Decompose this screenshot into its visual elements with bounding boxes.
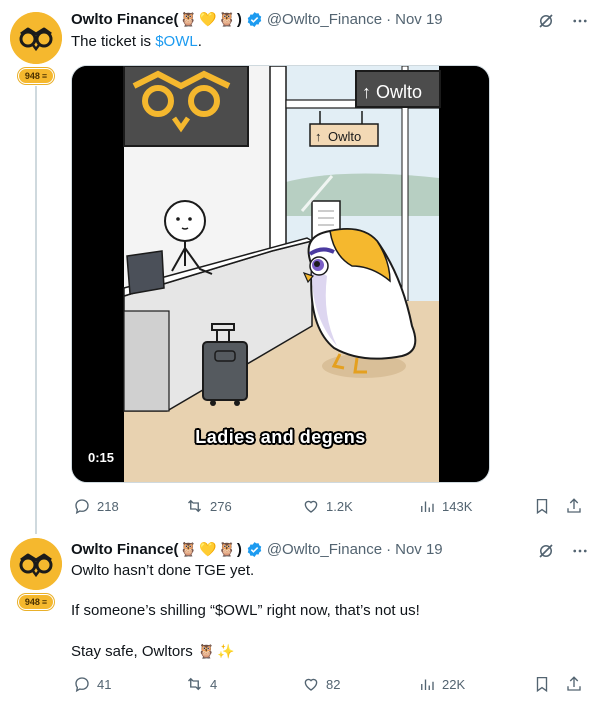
tweet-actions: 41 4 82 22K — [71, 674, 591, 694]
owl-emoji: 🦉 — [197, 643, 216, 659]
owl-emoji: 🦉 — [179, 540, 197, 557]
heart-icon — [304, 500, 318, 513]
tweet-paragraph-text: Stay safe, Owltors — [71, 643, 193, 660]
gate-sign-text: ↑ — [362, 82, 371, 102]
tweet-paragraph: Owlto hasn’t done TGE yet. — [71, 562, 255, 579]
reply-button[interactable]: 41 — [73, 675, 111, 693]
tweet-header: Owlto Finance( 🦉 💛 🦉 ) @Owlto_Finance · … — [71, 8, 591, 30]
like-count: 1.2K — [326, 498, 353, 514]
owlto-logo-icon — [10, 538, 62, 590]
view-count: 143K — [442, 498, 473, 514]
author-name[interactable]: Owlto Finance( — [71, 541, 179, 558]
views-button[interactable]: 143K — [418, 497, 472, 515]
share-button[interactable] — [565, 497, 583, 515]
repost-icon — [188, 677, 201, 691]
reply-button[interactable]: 218 — [73, 497, 119, 515]
reply-icon — [75, 677, 89, 693]
tweet-paragraph-last: Stay safe, Owltors 🦉 ✨ — [71, 641, 591, 662]
avatar[interactable] — [10, 538, 62, 590]
badge-count: 948 — [24, 71, 40, 81]
like-button[interactable]: 82 — [302, 675, 340, 693]
badge-layers-icon: ≡ — [41, 71, 48, 81]
follower-badge: 948 ≡ — [18, 594, 54, 610]
author-name-close: ) — [236, 10, 242, 28]
author-name-close: ) — [236, 540, 242, 558]
svg-text:↑: ↑ — [315, 129, 322, 144]
like-count: 82 — [326, 676, 341, 692]
verified-badge-icon — [246, 541, 263, 558]
separator-dot: · — [386, 10, 392, 28]
bookmark-button[interactable] — [533, 675, 551, 693]
views-chart-icon — [421, 501, 434, 512]
author-handle[interactable]: @Owlto_Finance — [267, 541, 382, 558]
small-sign-label: Owlto — [328, 129, 361, 144]
badge-layers-icon: ≡ — [41, 597, 48, 607]
video-frame-illustration: ↑ Owlto ↑ Owlto — [72, 66, 489, 482]
author-name[interactable]: Owlto Finance( — [71, 11, 179, 28]
follower-badge: 948 ≡ — [18, 68, 54, 84]
reply-count: 41 — [97, 676, 112, 692]
tweet-date[interactable]: Nov 19 — [395, 11, 443, 28]
grok-icon[interactable] — [535, 540, 557, 562]
owl-emoji: 🦉 — [218, 10, 236, 27]
tweet-date[interactable]: Nov 19 — [395, 541, 443, 558]
owlto-logo-icon — [10, 12, 62, 64]
thread-line — [35, 86, 37, 534]
like-button[interactable]: 1.2K — [302, 497, 353, 515]
reply-count: 218 — [97, 498, 119, 514]
repost-button[interactable]: 4 — [185, 675, 217, 693]
heart-icon — [304, 678, 318, 691]
view-count: 22K — [442, 676, 466, 692]
owl-emoji: 🦉 — [218, 540, 236, 557]
bookmark-icon — [536, 498, 548, 515]
views-chart-icon — [421, 679, 434, 690]
video-caption: Ladies and degens — [195, 427, 366, 447]
verified-badge-icon — [246, 11, 263, 28]
sparkles-emoji: ✨ — [217, 643, 235, 659]
share-icon — [567, 676, 581, 691]
tweet-paragraph: If someone’s shilling “$OWL” right now, … — [71, 602, 420, 619]
tweet[interactable]: 948 ≡ Owlto Finance( 🦉 💛 🦉 ) @Owlto_Fina… — [0, 0, 603, 534]
share-icon — [567, 498, 581, 513]
grok-icon[interactable] — [535, 10, 557, 32]
repost-button[interactable]: 276 — [185, 497, 232, 515]
share-button[interactable] — [565, 675, 583, 693]
owl-emoji: 🦉 — [179, 10, 197, 27]
views-button[interactable]: 22K — [418, 675, 465, 693]
author-handle[interactable]: @Owlto_Finance — [267, 11, 382, 28]
avatar[interactable] — [10, 12, 62, 64]
tweet-text-suffix: . — [197, 33, 202, 50]
repost-count: 276 — [210, 498, 232, 514]
video-player[interactable]: ↑ Owlto ↑ Owlto Ladies and degens 0:15 — [71, 65, 490, 483]
video-duration: 0:15 — [82, 447, 121, 468]
tweet-actions: 218 276 1.2K 143K — [71, 496, 591, 516]
bookmark-icon — [536, 676, 548, 693]
cashtag-link[interactable]: $OWL — [155, 33, 198, 50]
tweet-text: The ticket is $OWL. — [71, 32, 591, 52]
repost-icon — [188, 499, 201, 513]
separator-dot: · — [386, 540, 392, 558]
more-options-icon[interactable] — [569, 10, 591, 32]
tweet-text-prefix: The ticket is — [71, 33, 156, 50]
reply-icon — [75, 499, 89, 515]
repost-count: 4 — [210, 676, 218, 692]
tweet-header: Owlto Finance( 🦉 💛 🦉 ) @Owlto_Finance · … — [71, 538, 591, 560]
yellow-heart-emoji: 💛 — [198, 10, 217, 27]
yellow-heart-emoji: 💛 — [198, 540, 217, 557]
badge-count: 948 — [24, 597, 40, 607]
bookmark-button[interactable] — [533, 497, 551, 515]
tweet-text: Owlto hasn’t done TGE yet. If someone’s … — [71, 561, 591, 662]
tweet[interactable]: 948 ≡ Owlto Finance( 🦉 💛 🦉 ) @Owlto_Fina… — [0, 528, 603, 711]
more-options-icon[interactable] — [569, 540, 591, 562]
gate-sign-label: Owlto — [376, 82, 422, 102]
